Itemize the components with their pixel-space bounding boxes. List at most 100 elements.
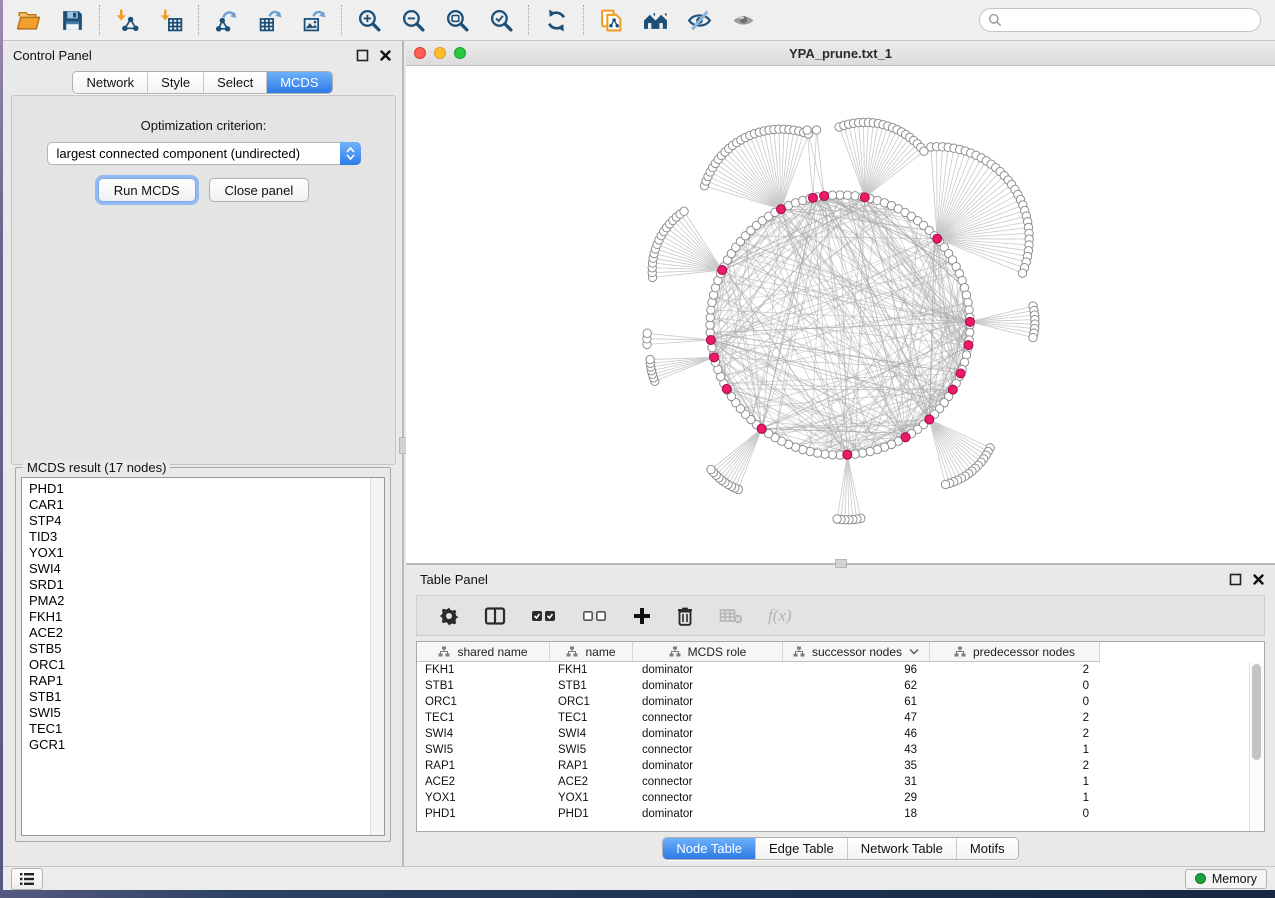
mcds-node[interactable] [843, 450, 852, 459]
tab-network[interactable]: Network [73, 72, 148, 93]
network-graph[interactable] [406, 66, 1275, 563]
hide-display-button[interactable] [684, 5, 714, 35]
mcds-result-item[interactable]: TID3 [29, 529, 384, 545]
tab-edge-table[interactable]: Edge Table [756, 838, 848, 859]
tab-mcds[interactable]: MCDS [267, 72, 331, 93]
export-network-button[interactable] [211, 5, 241, 35]
search-input[interactable] [1007, 12, 1252, 29]
mcds-node[interactable] [706, 335, 715, 344]
float-panel-icon[interactable] [356, 49, 369, 62]
export-image-button[interactable] [299, 5, 329, 35]
mcds-result-item[interactable]: RAP1 [29, 673, 384, 689]
mcds-node[interactable] [722, 384, 731, 393]
network-node[interactable] [1029, 333, 1037, 341]
tab-motifs[interactable]: Motifs [957, 838, 1018, 859]
close-panel-icon[interactable] [379, 49, 392, 62]
network-node[interactable] [833, 515, 841, 523]
mcds-result-list[interactable]: PHD1CAR1STP4TID3YOX1SWI4SRD1PMA2FKH1ACE2… [21, 477, 385, 836]
select-all-button[interactable] [531, 608, 557, 624]
mcds-result-item[interactable]: ACE2 [29, 625, 384, 641]
network-node[interactable] [646, 355, 654, 363]
mcds-result-item[interactable]: STP4 [29, 513, 384, 529]
network-node[interactable] [680, 207, 688, 215]
table-row[interactable]: FKH1FKH1dominator962 [417, 662, 1264, 678]
mcds-result-item[interactable]: TEC1 [29, 721, 384, 737]
column-header-predecessor-nodes[interactable]: predecessor nodes [930, 642, 1100, 662]
table-row[interactable]: ORC1ORC1dominator610 [417, 694, 1264, 710]
network-node[interactable] [941, 480, 949, 488]
tab-style[interactable]: Style [148, 72, 204, 93]
tab-network-table[interactable]: Network Table [848, 838, 957, 859]
network-node[interactable] [812, 126, 820, 134]
table-row[interactable]: STB1STB1dominator620 [417, 678, 1264, 694]
clone-network-button[interactable] [596, 5, 626, 35]
delete-column-button[interactable] [676, 606, 694, 626]
mcds-node[interactable] [933, 234, 942, 243]
mcds-result-item[interactable]: SWI5 [29, 705, 384, 721]
mcds-result-item[interactable]: SWI4 [29, 561, 384, 577]
tab-select[interactable]: Select [204, 72, 267, 93]
network-canvas[interactable] [406, 66, 1275, 563]
table-row[interactable]: RAP1RAP1dominator352 [417, 758, 1264, 774]
mcds-result-item[interactable]: SRD1 [29, 577, 384, 593]
birdseye-button[interactable] [728, 5, 758, 35]
add-column-button[interactable] [633, 607, 651, 625]
run-mcds-button[interactable]: Run MCDS [98, 178, 196, 202]
tab-node-table[interactable]: Node Table [663, 838, 756, 859]
mcds-result-item[interactable]: PHD1 [29, 481, 384, 497]
mcds-result-item[interactable]: GCR1 [29, 737, 384, 753]
memory-button[interactable]: Memory [1185, 869, 1267, 889]
table-scrollbar-thumb[interactable] [1252, 664, 1261, 760]
task-history-button[interactable] [11, 868, 43, 890]
mcds-node[interactable] [718, 266, 727, 275]
mcds-node[interactable] [710, 353, 719, 362]
network-node[interactable] [803, 126, 811, 134]
import-network-button[interactable] [112, 5, 142, 35]
criterion-dropdown[interactable]: largest connected component (undirected) [47, 142, 361, 165]
network-node[interactable] [707, 465, 715, 473]
mcds-node[interactable] [757, 424, 766, 433]
column-header-shared-name[interactable]: shared name [417, 642, 550, 662]
split-panel-button[interactable] [484, 606, 506, 626]
mcds-result-item[interactable]: ORC1 [29, 657, 384, 673]
mcds-node[interactable] [860, 193, 869, 202]
mcds-node[interactable] [808, 193, 817, 202]
mcds-node[interactable] [965, 317, 974, 326]
mcds-result-item[interactable]: FKH1 [29, 609, 384, 625]
table-row[interactable]: SWI4SWI4dominator462 [417, 726, 1264, 742]
network-node[interactable] [828, 191, 836, 199]
save-session-button[interactable] [57, 5, 87, 35]
deselect-all-button[interactable] [582, 608, 608, 624]
table-row[interactable]: ACE2ACE2connector311 [417, 774, 1264, 790]
import-table-button[interactable] [156, 5, 186, 35]
mcds-node[interactable] [948, 385, 957, 394]
mcds-node[interactable] [776, 205, 785, 214]
search-box[interactable] [979, 8, 1261, 32]
mcds-result-item[interactable]: PMA2 [29, 593, 384, 609]
close-panel-icon[interactable] [1252, 573, 1265, 586]
column-header-MCDS-role[interactable]: MCDS role [633, 642, 783, 662]
table-row[interactable]: SWI5SWI5connector431 [417, 742, 1264, 758]
float-panel-icon[interactable] [1229, 573, 1242, 586]
table-row[interactable]: TEC1TEC1connector472 [417, 710, 1264, 726]
mcds-node[interactable] [820, 191, 829, 200]
network-node[interactable] [643, 329, 651, 337]
open-file-button[interactable] [13, 5, 43, 35]
table-row[interactable]: YOX1YOX1connector291 [417, 790, 1264, 806]
home-panels-button[interactable] [640, 5, 670, 35]
zoom-out-button[interactable] [398, 5, 428, 35]
mcds-list-scrollbar[interactable] [370, 478, 384, 835]
table-row[interactable]: PHD1PHD1dominator180 [417, 806, 1264, 822]
mcds-node[interactable] [964, 341, 973, 350]
minimize-window-icon[interactable] [434, 47, 446, 59]
mcds-node[interactable] [901, 433, 910, 442]
refresh-layout-button[interactable] [541, 5, 571, 35]
mcds-result-item[interactable]: STB1 [29, 689, 384, 705]
close-panel-button[interactable]: Close panel [209, 178, 310, 202]
mcds-node[interactable] [956, 369, 965, 378]
zoom-fit-button[interactable] [442, 5, 472, 35]
export-table-button[interactable] [255, 5, 285, 35]
mcds-node[interactable] [925, 415, 934, 424]
horizontal-splitter-handle[interactable] [835, 559, 847, 568]
delete-table-button[interactable] [719, 607, 743, 625]
